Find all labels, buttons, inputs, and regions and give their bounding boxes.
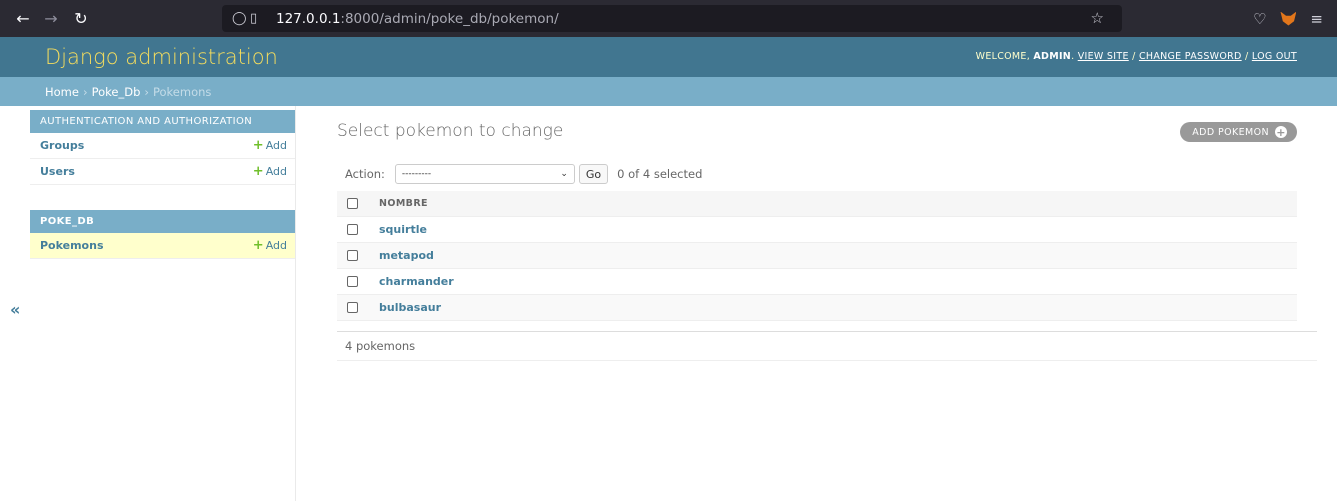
- table-row: metapod: [337, 243, 1297, 269]
- row-link[interactable]: squirtle: [379, 223, 427, 236]
- column-header-nombre[interactable]: NOMBRE: [379, 198, 428, 209]
- actions-bar: Action: --------- ⌄ Go 0 of 4 selected: [337, 161, 1317, 187]
- table-header: NOMBRE: [337, 191, 1297, 217]
- shield-icon: ◯: [232, 11, 247, 26]
- breadcrumb-home[interactable]: Home: [45, 85, 79, 99]
- url-path: :8000/admin/poke_db/pokemon/: [340, 10, 559, 27]
- row-link[interactable]: bulbasaur: [379, 301, 441, 314]
- add-pokemon-button[interactable]: ADD POKEMON +: [1180, 122, 1297, 142]
- module-caption-auth[interactable]: AUTHENTICATION AND AUTHORIZATION: [30, 110, 295, 133]
- add-users-link[interactable]: + Add: [253, 164, 287, 179]
- selection-counter: 0 of 4 selected: [617, 167, 703, 181]
- table-row: charmander: [337, 269, 1297, 295]
- reload-icon[interactable]: ↻: [68, 6, 94, 32]
- action-select[interactable]: --------- ⌄: [394, 164, 575, 184]
- nav-sidebar: AUTHENTICATION AND AUTHORIZATION Groups …: [30, 106, 296, 501]
- add-groups-link[interactable]: + Add: [253, 138, 287, 153]
- go-button[interactable]: Go: [578, 164, 609, 184]
- sidebar-item-pokemons: Pokemons + Add: [30, 233, 295, 259]
- browser-toolbar: ← → ↻ ◯ ▯ 127.0.0.1:8000/admin/poke_db/p…: [0, 0, 1337, 37]
- url-host: 127.0.0.1: [276, 10, 341, 27]
- url-bar[interactable]: ◯ ▯ 127.0.0.1:8000/admin/poke_db/pokemon…: [222, 5, 1122, 32]
- log-out-link[interactable]: LOG OUT: [1252, 51, 1297, 62]
- user-tools-separator: /: [1245, 51, 1249, 62]
- sidebar-item-label[interactable]: Groups: [40, 139, 84, 152]
- bookmark-star-icon[interactable]: ☆: [1091, 9, 1104, 27]
- metamask-fox-icon[interactable]: [1280, 11, 1297, 26]
- module-caption-poke-db[interactable]: POKE_DB: [30, 210, 295, 233]
- back-arrow-icon[interactable]: ←: [10, 6, 36, 32]
- add-pokemon-label: ADD POKEMON: [1192, 126, 1269, 138]
- chevron-down-icon: ⌄: [560, 169, 568, 179]
- sidebar-item-users: Users + Add: [30, 159, 295, 185]
- admin-header: Django administration WELCOME, ADMIN. VI…: [0, 37, 1337, 77]
- result-list: NOMBRE squirtle metapod charmander bulba…: [337, 191, 1297, 321]
- sidebar-item-label[interactable]: Users: [40, 165, 75, 178]
- row-link[interactable]: metapod: [379, 249, 434, 262]
- page-title: Select pokemon to change: [337, 121, 564, 141]
- select-all-checkbox[interactable]: [347, 198, 358, 209]
- table-row: squirtle: [337, 217, 1297, 243]
- page-icon: ▯: [250, 11, 258, 26]
- breadcrumb-separator: ›: [82, 84, 88, 99]
- collapse-sidebar-icon[interactable]: «: [10, 300, 20, 319]
- browser-extensions: ♡ ≡: [1253, 0, 1337, 37]
- url-text: 127.0.0.1:8000/admin/poke_db/pokemon/: [276, 11, 559, 27]
- action-select-value: ---------: [401, 169, 432, 179]
- plus-icon: +: [252, 164, 264, 179]
- username: ADMIN: [1033, 51, 1072, 62]
- forward-arrow-icon[interactable]: →: [38, 6, 64, 32]
- welcome-text: WELCOME,: [975, 51, 1031, 62]
- plus-icon: +: [252, 238, 264, 253]
- row-checkbox[interactable]: [347, 250, 358, 261]
- row-checkbox[interactable]: [347, 224, 358, 235]
- paginator: 4 pokemons: [337, 331, 1317, 361]
- breadcrumb: Home › Poke_Db › Pokemons: [0, 77, 1337, 106]
- sidebar-item-label[interactable]: Pokemons: [40, 239, 104, 252]
- user-tools-separator: /: [1132, 51, 1136, 62]
- pocket-icon[interactable]: ♡: [1253, 10, 1266, 28]
- action-label: Action:: [345, 167, 385, 181]
- add-label: Add: [265, 239, 287, 252]
- hamburger-menu-icon[interactable]: ≡: [1310, 10, 1323, 28]
- view-site-link[interactable]: VIEW SITE: [1078, 51, 1129, 62]
- site-branding[interactable]: Django administration: [45, 45, 278, 69]
- change-password-link[interactable]: CHANGE PASSWORD: [1139, 51, 1242, 62]
- add-label: Add: [265, 139, 287, 152]
- table-row: bulbasaur: [337, 295, 1297, 321]
- plus-icon: +: [1275, 125, 1287, 139]
- row-checkbox[interactable]: [347, 302, 358, 313]
- row-link[interactable]: charmander: [379, 275, 454, 288]
- user-tools: WELCOME, ADMIN. VIEW SITE / CHANGE PASSW…: [975, 51, 1297, 62]
- sidebar-item-groups: Groups + Add: [30, 133, 295, 159]
- breadcrumb-current: Pokemons: [152, 84, 212, 99]
- plus-icon: +: [252, 138, 264, 153]
- breadcrumb-app[interactable]: Poke_Db: [92, 85, 141, 99]
- add-label: Add: [265, 165, 287, 178]
- breadcrumb-separator: ›: [144, 84, 149, 99]
- row-checkbox[interactable]: [347, 276, 358, 287]
- add-pokemons-link[interactable]: + Add: [253, 238, 287, 253]
